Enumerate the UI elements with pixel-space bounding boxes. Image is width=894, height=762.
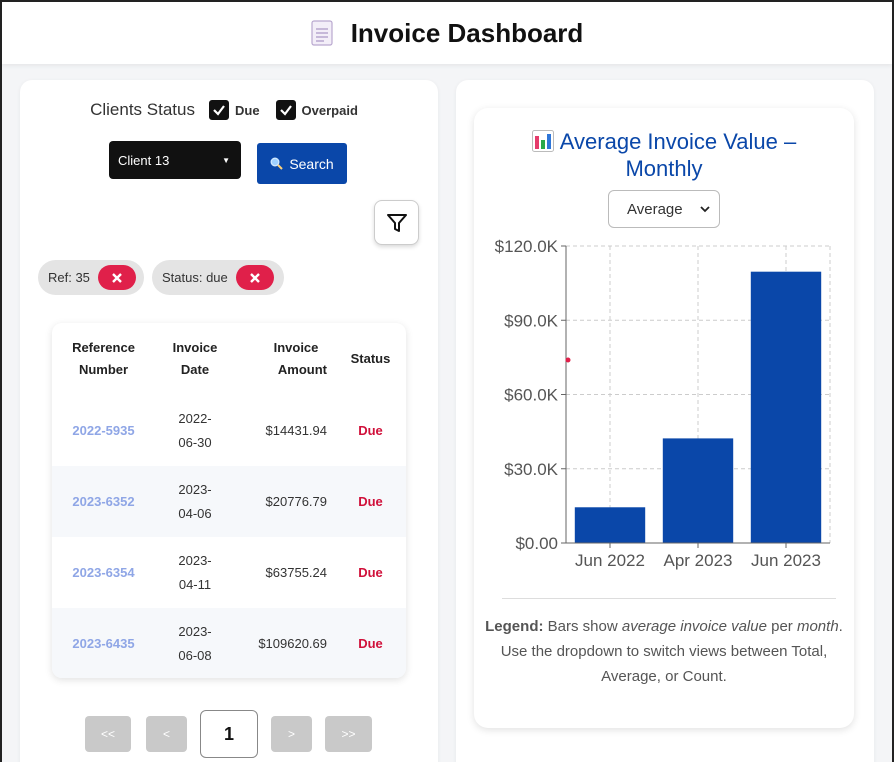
status-filters: Clients Status Due Overpaid [20, 100, 438, 120]
table-row: 2023-6354 2023- 04-11 $63755.24 Due [52, 537, 406, 608]
ref-chip-label: Ref: 35 [48, 270, 90, 285]
invoice-ref-link[interactable]: 2023-6352 [52, 466, 155, 537]
y-tick-label: $0.00 [515, 534, 558, 553]
invoice-date: 2023- 04-06 [178, 481, 212, 521]
close-icon [112, 272, 122, 283]
page-header: Invoice Dashboard [2, 2, 892, 64]
bar [750, 271, 822, 543]
status-badge: Due [358, 564, 383, 580]
close-icon [249, 272, 260, 283]
invoice-list-panel: Clients Status Due Overpaid Client 13 ▼ … [20, 80, 438, 762]
status-badge: Due [358, 493, 383, 509]
y-tick-label: $120.0K [495, 238, 559, 256]
next-page-button[interactable]: > [271, 716, 312, 752]
search-button[interactable]: Search [257, 143, 347, 184]
chart-card: Average Invoice Value – Monthly Average … [474, 108, 854, 728]
last-page-button[interactable]: >> [325, 716, 372, 752]
funnel-icon [386, 213, 407, 232]
invoice-ref-link[interactable]: 2022-5935 [52, 395, 155, 466]
invoice-date: 2022- 06-30 [178, 410, 212, 450]
chart-legend: Legend: Bars show average invoice value … [485, 618, 843, 685]
prev-page-button[interactable]: < [146, 716, 187, 752]
caret-down-icon: ▼ [222, 156, 230, 165]
due-checkbox-label[interactable]: Due [235, 103, 260, 118]
filter-button[interactable] [374, 200, 419, 245]
chart-view-value: Average [627, 200, 683, 218]
y-tick-label: $60.0K [504, 386, 559, 405]
search-button-label: Search [289, 155, 334, 172]
remove-ref-chip-button[interactable] [97, 265, 136, 290]
current-page-button[interactable]: 1 [200, 710, 258, 758]
chart-title: Average Invoice Value – Monthly [474, 128, 854, 182]
x-tick-label: Jun 2023 [751, 551, 821, 570]
invoice-amount: $14431.94 [265, 422, 327, 438]
invoice-table-card: Reference Number Invoice Date Invoice Am… [52, 323, 406, 678]
column-header-amount[interactable]: Invoice Amount [235, 323, 335, 395]
overpaid-checkbox-label[interactable]: Overpaid [302, 103, 358, 118]
column-header-status[interactable]: Status [335, 323, 406, 395]
table-row: 2023-6435 2023- 06-08 $109620.69 Due [52, 608, 406, 678]
client-select[interactable]: Client 13 ▼ [109, 141, 241, 179]
document-icon [311, 20, 333, 46]
status-chip-label: Status: due [162, 270, 228, 285]
checkmark-icon [213, 105, 225, 116]
column-header-date[interactable]: Invoice Date [155, 323, 235, 395]
invoice-table: Reference Number Invoice Date Invoice Am… [52, 323, 406, 678]
invoice-ref-link[interactable]: 2023-6354 [52, 537, 155, 608]
axis-marker [565, 357, 571, 363]
legend-divider [502, 598, 836, 599]
search-icon [270, 157, 284, 170]
invoice-amount: $109620.69 [258, 635, 327, 651]
checkmark-icon [279, 105, 292, 116]
bar [574, 507, 646, 543]
table-row: 2023-6352 2023- 04-06 $20776.79 Due [52, 466, 406, 537]
invoice-date: 2023- 04-11 [178, 552, 212, 592]
x-tick-label: Apr 2023 [664, 551, 733, 570]
invoice-ref-link[interactable]: 2023-6435 [52, 608, 155, 678]
invoice-amount: $20776.79 [265, 493, 327, 509]
bar [662, 438, 734, 543]
column-header-reference[interactable]: Reference Number [52, 323, 155, 395]
remove-status-chip-button[interactable] [235, 265, 274, 290]
x-tick-label: Jun 2022 [575, 551, 645, 570]
first-page-button[interactable]: << [85, 716, 131, 752]
client-select-value: Client 13 [118, 152, 170, 168]
y-tick-label: $30.0K [504, 460, 559, 479]
ref-filter-chip: Ref: 35 [38, 260, 144, 295]
bar-chart: $0.00 $30.0K $60.0K $90.0K $120.0K Jun 2022 Ap… [495, 238, 831, 570]
status-filter-chip: Status: due [152, 260, 284, 295]
due-checkbox[interactable] [208, 100, 229, 120]
status-badge: Due [358, 422, 383, 438]
overpaid-checkbox[interactable] [275, 100, 296, 120]
table-row: 2022-5935 2022- 06-30 $14431.94 Due [52, 395, 406, 466]
chart-panel: Average Invoice Value – Monthly Average … [456, 80, 874, 762]
status-badge: Due [358, 635, 383, 651]
page-title: Invoice Dashboard [350, 17, 584, 48]
invoice-amount: $63755.24 [265, 564, 327, 580]
chart-view-select[interactable]: Average [608, 190, 720, 228]
invoice-date: 2023- 06-08 [178, 623, 212, 663]
bar-chart-icon [531, 130, 554, 152]
chevron-down-icon [700, 206, 710, 213]
y-tick-label: $90.0K [504, 311, 559, 330]
clients-status-label: Clients Status [90, 100, 195, 119]
pagination: << < 1 > >> [20, 710, 438, 760]
